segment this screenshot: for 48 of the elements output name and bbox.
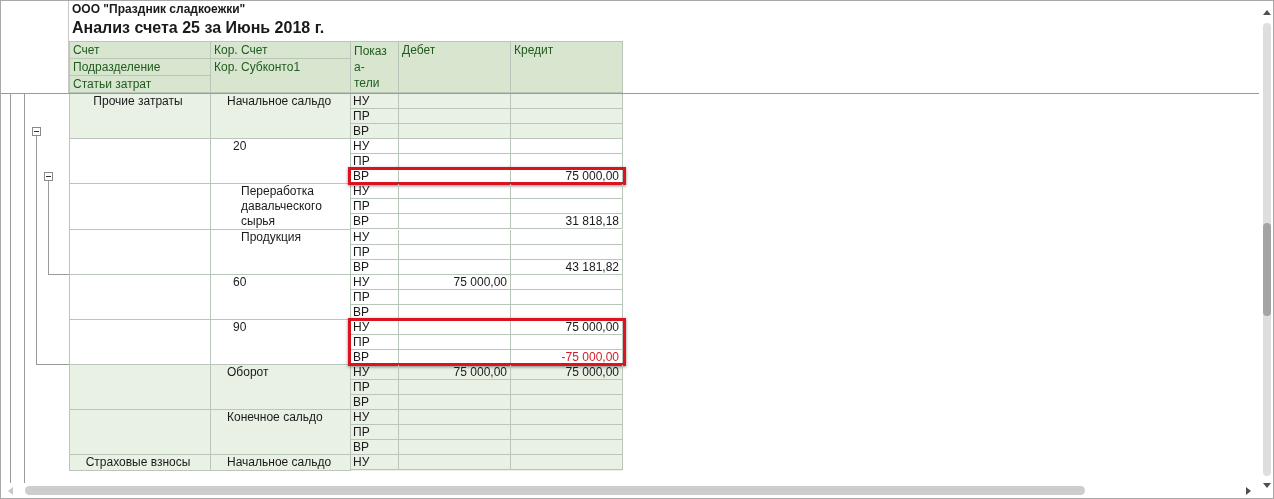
- table-cell: ВР: [351, 214, 399, 229]
- table-cell: НУ: [351, 94, 399, 109]
- column-header: Статьи затрат: [73, 77, 152, 91]
- horizontal-scrollbar[interactable]: [25, 486, 1085, 495]
- table-cell: ПР: [351, 154, 399, 169]
- table-cell: ПР: [351, 290, 399, 305]
- table-cell: ВР: [351, 350, 399, 365]
- table-cell: 75 000,00: [511, 320, 623, 335]
- table-cell: НУ: [351, 139, 399, 154]
- table-cell: ПР: [351, 109, 399, 124]
- right-arrow-icon[interactable]: [1245, 486, 1253, 495]
- column-header: Дебет: [402, 43, 436, 57]
- table-cell: Страховые взносы: [70, 455, 211, 471]
- table-cell: 31 818,18: [511, 214, 623, 229]
- table-cell: ПР: [351, 380, 399, 395]
- table-cell: 75 000,00: [399, 275, 511, 290]
- table-cell: ПР: [351, 425, 399, 440]
- table-cell: 75 000,00: [511, 169, 623, 184]
- column-header: Счет: [73, 43, 100, 57]
- table-cell: ПР: [351, 335, 399, 350]
- company-name: ООО "Праздник сладкоежки": [71, 1, 246, 17]
- scrollbar-thumb[interactable]: [1262, 223, 1271, 316]
- table-cell: НУ: [351, 230, 399, 245]
- collapse-toggle[interactable]: [32, 127, 41, 136]
- table-cell: 75 000,00: [399, 365, 511, 380]
- table-cell: НУ: [351, 320, 399, 335]
- table-cell: 75 000,00: [511, 365, 623, 380]
- table-cell: НУ: [351, 410, 399, 425]
- table-cell: ВР: [351, 169, 399, 184]
- report-title: Анализ счета 25 за Июнь 2018 г.: [71, 18, 325, 38]
- vertical-scrollbar[interactable]: [1262, 23, 1271, 476]
- table-cell: НУ: [351, 275, 399, 290]
- up-arrow-icon[interactable]: [1262, 9, 1271, 17]
- table-cell: -75 000,00: [511, 350, 623, 365]
- collapse-toggle[interactable]: [44, 172, 53, 181]
- table-cell: Начальное сальдо: [211, 455, 351, 471]
- table-cell: НУ: [351, 365, 399, 380]
- table-cell: НУ: [351, 184, 399, 199]
- column-header: Кор. Счет: [214, 43, 268, 57]
- table-cell: НУ: [351, 455, 399, 470]
- table-cell: ПР: [351, 199, 399, 214]
- table-cell: ВР: [351, 305, 399, 320]
- column-header: Показ а- тели: [354, 43, 388, 91]
- down-arrow-icon[interactable]: [1262, 482, 1271, 490]
- column-header: Кор. Субконто1: [214, 60, 301, 74]
- column-header: Подразделение: [73, 60, 161, 74]
- table-cell: ПР: [351, 245, 399, 260]
- column-header: Кредит: [514, 43, 554, 57]
